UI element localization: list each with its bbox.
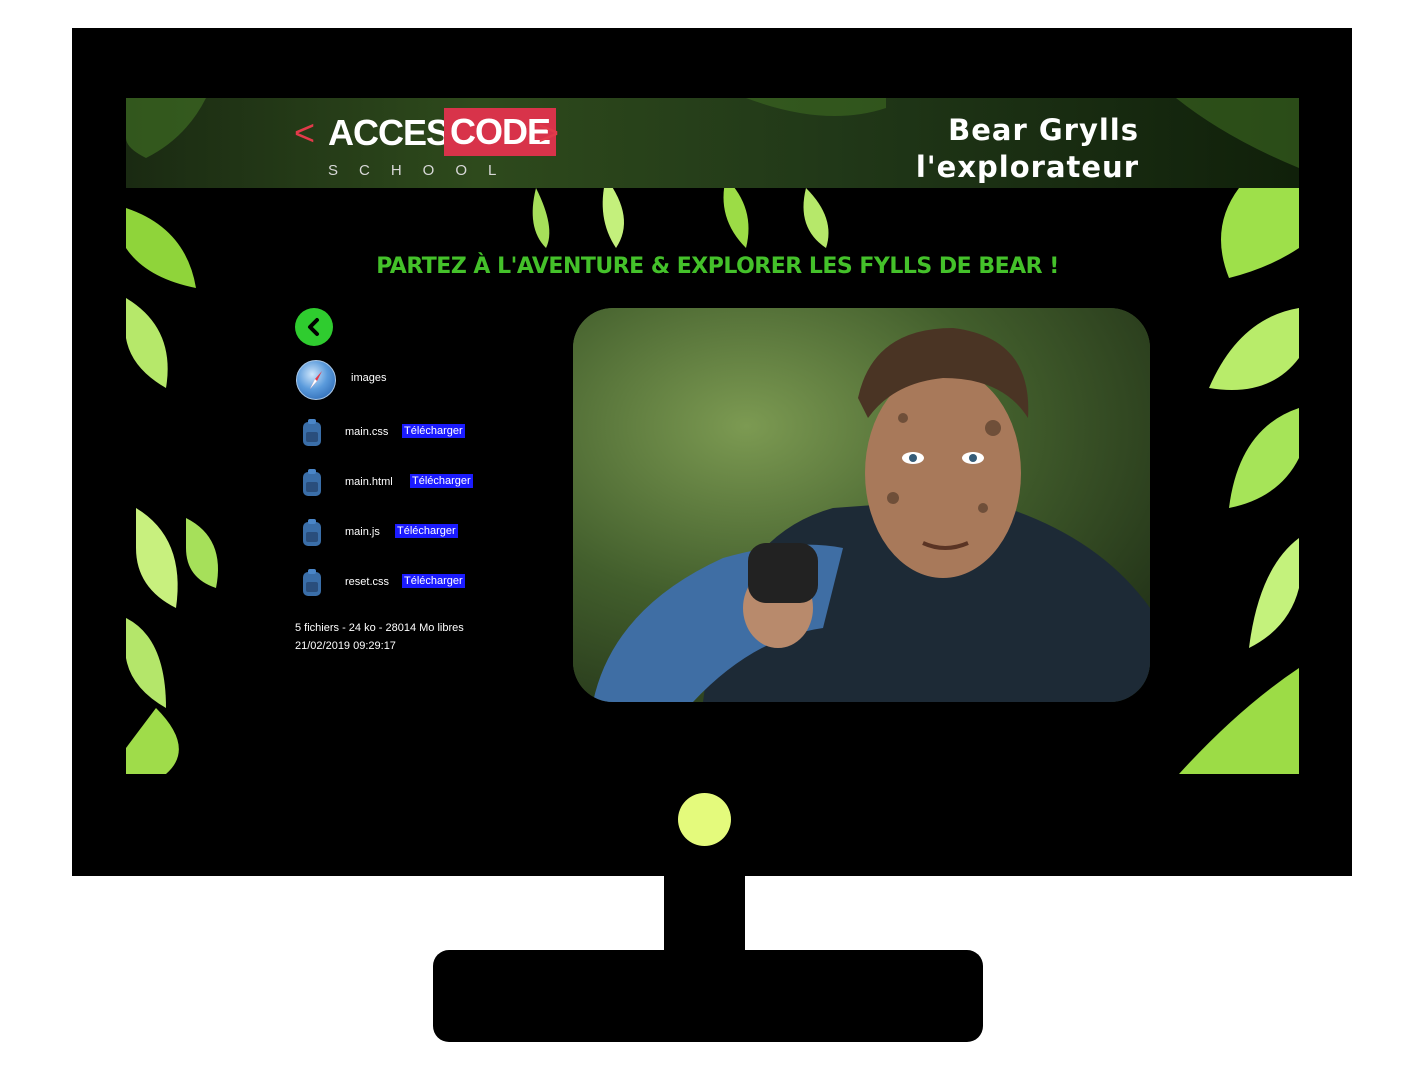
download-link-main-css[interactable]: Télécharger: [402, 424, 465, 438]
backpack-file-icon: [303, 469, 321, 496]
logo-bracket-left: <: [294, 112, 316, 153]
compass-needle-icon: [310, 371, 322, 389]
stats-timestamp: 21/02/2019 09:29:17: [295, 640, 396, 652]
stats-summary: 5 fichiers - 24 ko - 28014 Mo libres: [295, 622, 464, 634]
access-code-logo[interactable]: < ACCESS CODE > SCHOOL: [294, 106, 564, 180]
file-link-main-html[interactable]: main.html: [345, 476, 393, 488]
folder-link-images[interactable]: images: [351, 372, 386, 384]
logo-school: SCHOOL: [328, 162, 518, 179]
header-bar: < ACCESS CODE > SCHOOL Bear Grylls l'exp…: [126, 98, 1299, 188]
screen: < ACCESS CODE > SCHOOL Bear Grylls l'exp…: [126, 98, 1299, 774]
file-link-main-css[interactable]: main.css: [345, 426, 388, 438]
monitor-base: [433, 950, 983, 1042]
file-link-reset-css[interactable]: reset.css: [345, 576, 389, 588]
monitor-neck: [664, 874, 745, 954]
site-title-line2: l'explorateur: [915, 150, 1139, 184]
directory-stats: 5 fichiers - 24 ko - 28014 Mo libres 21/…: [295, 619, 464, 655]
backpack-file-icon: [303, 419, 321, 446]
power-button[interactable]: [678, 793, 731, 846]
back-button[interactable]: [295, 308, 333, 346]
file-link-main-js[interactable]: main.js: [345, 526, 380, 538]
download-link-reset-css[interactable]: Télécharger: [402, 574, 465, 588]
download-link-main-js[interactable]: Télécharger: [395, 524, 458, 538]
hero-photo: [573, 308, 1150, 702]
site-title-line1: Bear Grylls: [948, 113, 1139, 147]
page-tagline: PARTEZ À L'AVENTURE & EXPLORER LES FYLLS…: [376, 254, 1059, 279]
explorer-portrait-image: [573, 308, 1150, 702]
logo-bracket-right: >: [538, 112, 560, 153]
backpack-file-icon: [303, 569, 321, 596]
site-title: Bear Grylls l'explorateur: [916, 112, 1139, 186]
compass-folder-icon[interactable]: [296, 360, 336, 400]
download-link-main-html[interactable]: Télécharger: [410, 474, 473, 488]
backpack-file-icon: [303, 519, 321, 546]
chevron-left-icon: [308, 318, 319, 336]
